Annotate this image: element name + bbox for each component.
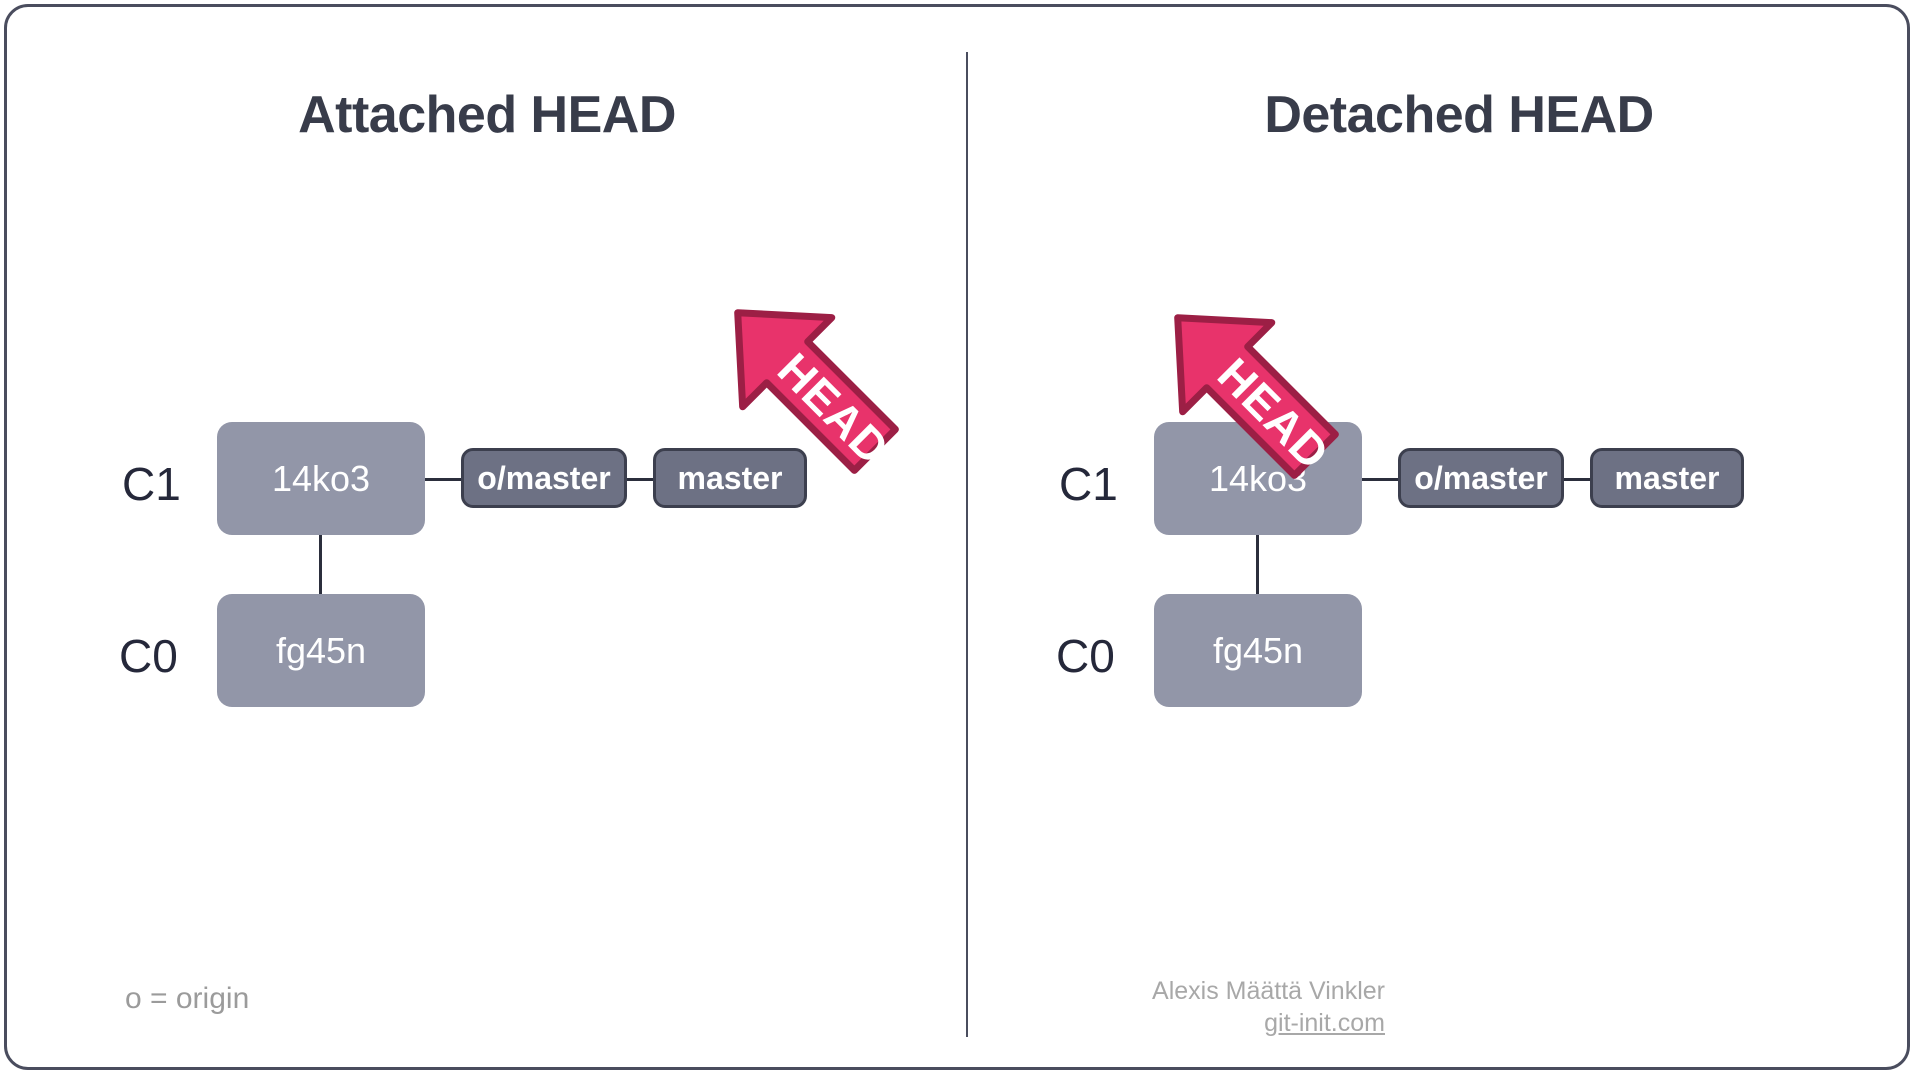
connector-c1-c0	[319, 535, 322, 595]
panel-attached-head: Attached HEAD C1 C0 14ko3 fg45n o/master…	[7, 7, 967, 1087]
panel-detached-head: Detached HEAD C1 C0 14ko3 fg45n o/master…	[967, 7, 1920, 1087]
connector-c1-c0	[1256, 535, 1259, 595]
row-label-c1: C1	[1059, 458, 1118, 510]
connector-commit-to-omaster	[425, 478, 461, 481]
head-arrow-label: HEAD	[768, 343, 900, 475]
legend-origin-abbreviation: o = origin	[125, 982, 250, 1015]
credit-site-link[interactable]: git-init.com	[1152, 1007, 1385, 1039]
head-arrow-attached: HEAD	[707, 297, 907, 475]
row-label-c1: C1	[122, 458, 181, 510]
row-label-c0: C0	[1056, 630, 1115, 682]
git-graph-detached: C1 C0 14ko3 fg45n o/master master HEAD	[967, 7, 1920, 1087]
connector-commit-to-omaster	[1362, 478, 1398, 481]
ref-box-master[interactable]: master	[1590, 448, 1744, 508]
commit-node-c0[interactable]: fg45n	[217, 594, 425, 707]
credit-block: Alexis Määttä Vinkler git-init.com	[1152, 975, 1385, 1039]
row-label-c0: C0	[119, 630, 178, 682]
ref-box-o-master[interactable]: o/master	[461, 448, 627, 508]
commit-node-c0[interactable]: fg45n	[1154, 594, 1362, 707]
credit-author: Alexis Määttä Vinkler	[1152, 977, 1385, 1005]
head-arrow-label: HEAD	[1208, 348, 1340, 480]
ref-box-o-master[interactable]: o/master	[1398, 448, 1564, 508]
commit-node-c1[interactable]: 14ko3	[217, 422, 425, 535]
diagram-card: Attached HEAD C1 C0 14ko3 fg45n o/master…	[4, 4, 1910, 1070]
connector-omaster-to-master	[1564, 478, 1590, 481]
git-graph-attached: C1 C0 14ko3 fg45n o/master master HEAD	[7, 7, 967, 1087]
head-arrow-detached: HEAD	[1147, 302, 1347, 480]
connector-omaster-to-master	[627, 478, 653, 481]
